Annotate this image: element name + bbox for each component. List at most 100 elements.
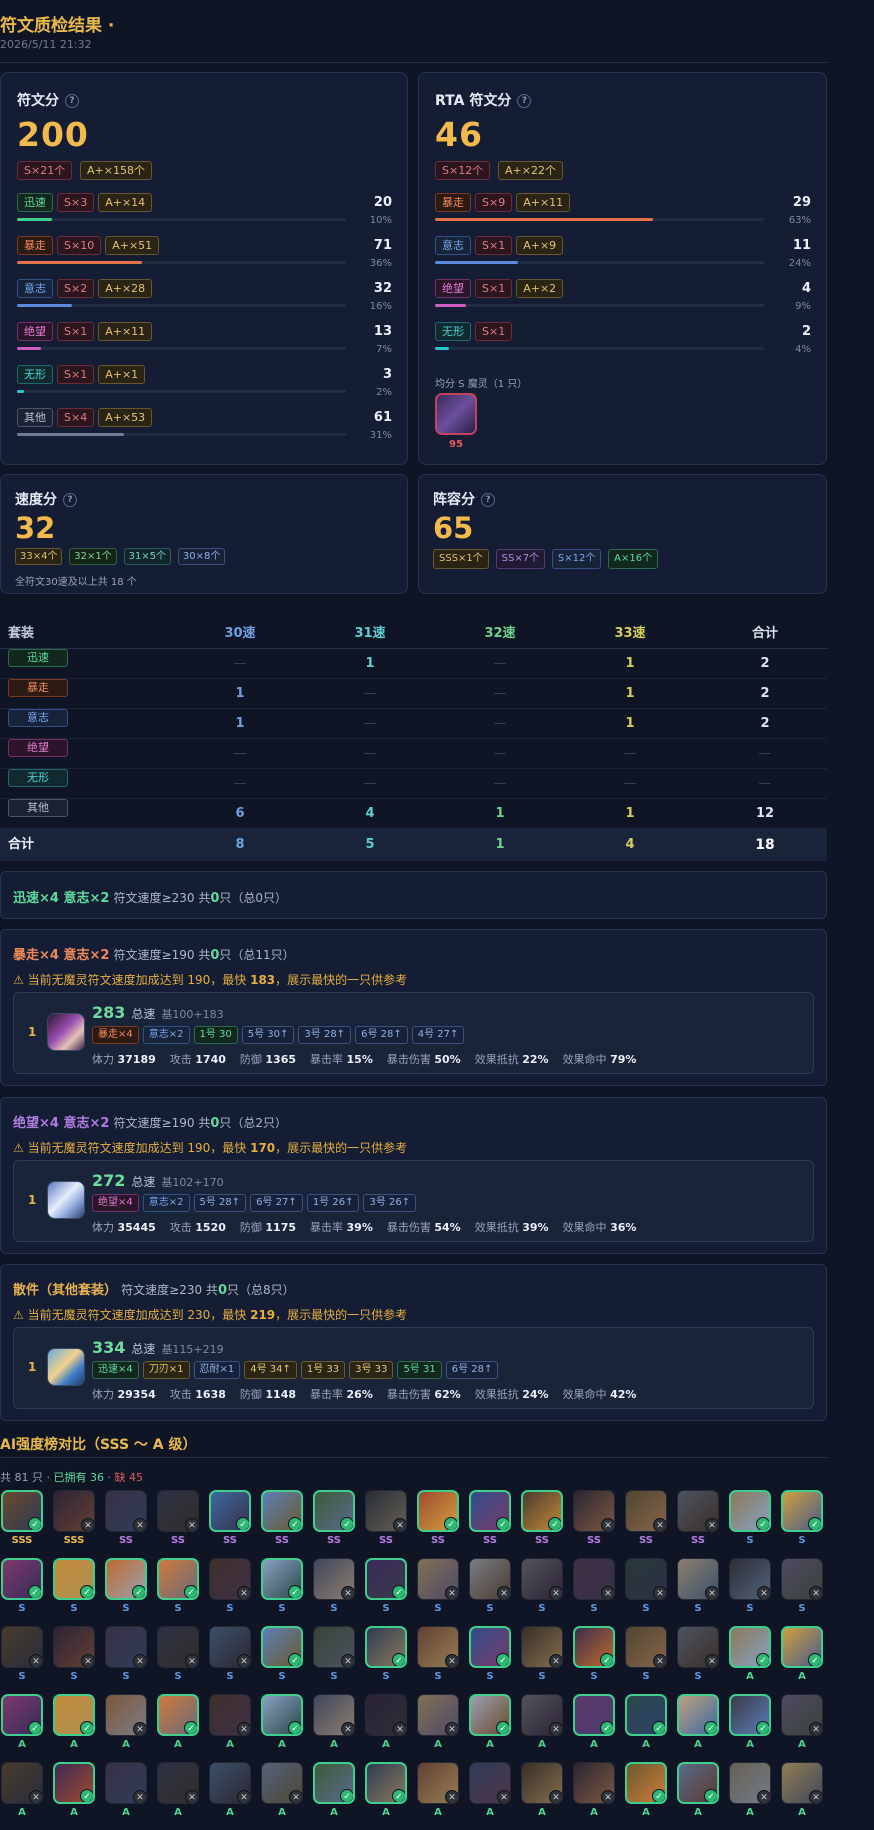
monster-icon[interactable]: ✕	[677, 1626, 719, 1668]
monster-icon[interactable]: ✓	[261, 1694, 303, 1736]
monster-icon[interactable]: ✕	[105, 1490, 147, 1532]
monster-icon[interactable]: ✕	[53, 1490, 95, 1532]
monster-icon[interactable]: ✕	[521, 1762, 563, 1804]
monster-icon[interactable]: ✕	[573, 1558, 615, 1600]
table-total-row: 合计 8 5 1 4 18	[0, 829, 827, 861]
monster-icon[interactable]: ✓	[209, 1490, 251, 1532]
monster-icon[interactable]: ✕	[209, 1694, 251, 1736]
monster-card[interactable]: 1 334 总速 基115+219 迅速×4 刀刃×1 忍耐×1 4号 34↑ 1号 33 3…	[13, 1327, 814, 1409]
stat-label: 体力	[92, 1388, 114, 1401]
monster-icon[interactable]: ✕	[521, 1694, 563, 1736]
help-icon[interactable]: ?	[517, 94, 532, 108]
monster-icon[interactable]: ✕	[105, 1694, 147, 1736]
monster-icon[interactable]: ✓	[261, 1490, 303, 1532]
monster-icon[interactable]: ✕	[313, 1694, 355, 1736]
monster-icon[interactable]: ✕	[417, 1558, 459, 1600]
monster-icon[interactable]: ✕	[365, 1490, 407, 1532]
monster-icon[interactable]: ✓	[157, 1694, 199, 1736]
monster-icon[interactable]: ✓	[677, 1694, 719, 1736]
monster-portrait[interactable]	[47, 1013, 85, 1051]
monster-icon[interactable]: ✓	[521, 1490, 563, 1532]
monster-icon[interactable]: ✕	[781, 1762, 823, 1804]
monster-icon[interactable]: ✓	[469, 1490, 511, 1532]
monster-icon[interactable]: ✓	[1, 1558, 43, 1600]
monster-icon[interactable]: ✕	[157, 1490, 199, 1532]
monster-icon[interactable]: ✓	[729, 1626, 771, 1668]
monster-icon[interactable]: ✓	[53, 1694, 95, 1736]
monster-icon[interactable]: ✕	[469, 1558, 511, 1600]
monster-icon[interactable]: ✕	[781, 1558, 823, 1600]
monster-icon[interactable]: ✕	[625, 1626, 667, 1668]
progress-fill	[17, 433, 125, 436]
monster-icon[interactable]: ✓	[157, 1558, 199, 1600]
monster-icon[interactable]: ✓	[729, 1490, 771, 1532]
help-icon[interactable]: ?	[65, 94, 79, 108]
monster-icon[interactable]: ✓	[469, 1694, 511, 1736]
monster-icon[interactable]: ✕	[1, 1626, 43, 1668]
monster-icon[interactable]: ✕	[573, 1762, 615, 1804]
monster-icon[interactable]: ✓	[365, 1626, 407, 1668]
a-count-chip: A+×2	[516, 279, 564, 298]
monster-icon[interactable]: ✓	[261, 1558, 303, 1600]
help-icon[interactable]: ?	[63, 493, 77, 507]
monster-icon[interactable]: ✓	[781, 1490, 823, 1532]
monster-card[interactable]: 1 283 总速 基100+183 暴走×4 意志×2 1号 30 5号 30↑ 3号 28…	[13, 992, 814, 1074]
monster-icon[interactable]: ✓	[261, 1626, 303, 1668]
monster-icon[interactable]: ✕	[729, 1558, 771, 1600]
a-count-chip: A+×14	[98, 193, 153, 212]
monster-icon[interactable]: ✓	[625, 1762, 667, 1804]
monster-icon[interactable]: ✓	[365, 1558, 407, 1600]
monster-icon[interactable]: ✓	[469, 1626, 511, 1668]
monster-icon[interactable]: ✕	[1, 1762, 43, 1804]
monster-icon[interactable]: ✓	[313, 1490, 355, 1532]
monster-icon[interactable]: ✕	[521, 1626, 563, 1668]
rank-number: 1	[28, 1193, 37, 1207]
monster-icon[interactable]: ✓	[105, 1558, 147, 1600]
monster-icon[interactable]: ✕	[469, 1762, 511, 1804]
monster-icon[interactable]: ✕	[573, 1490, 615, 1532]
monster-portrait[interactable]	[435, 393, 477, 435]
monster-icon[interactable]: ✕	[105, 1626, 147, 1668]
set-percent: 7%	[376, 344, 392, 355]
monster-card[interactable]: 1 272 总速 基102+170 绝望×4 意志×2 5号 28↑ 6号 27↑ 1号 2…	[13, 1160, 814, 1242]
help-icon[interactable]: ?	[481, 493, 495, 507]
monster-icon[interactable]: ✓	[781, 1626, 823, 1668]
monster-portrait[interactable]	[47, 1348, 85, 1386]
monster-icon[interactable]: ✕	[157, 1762, 199, 1804]
monster-icon[interactable]: ✕	[313, 1626, 355, 1668]
monster-icon[interactable]: ✓	[1, 1490, 43, 1532]
monster-icon[interactable]: ✓	[53, 1762, 95, 1804]
monster-icon[interactable]: ✓	[573, 1626, 615, 1668]
monster-icon[interactable]: ✕	[417, 1694, 459, 1736]
monster-icon[interactable]: ✓	[625, 1694, 667, 1736]
monster-icon[interactable]: ✕	[625, 1558, 667, 1600]
monster-icon[interactable]: ✕	[261, 1762, 303, 1804]
monster-icon[interactable]: ✕	[365, 1694, 407, 1736]
monster-icon[interactable]: ✕	[417, 1626, 459, 1668]
monster-icon[interactable]: ✕	[729, 1762, 771, 1804]
monster-icon[interactable]: ✕	[209, 1558, 251, 1600]
monster-icon[interactable]: ✓	[573, 1694, 615, 1736]
monster-icon[interactable]: ✓	[729, 1694, 771, 1736]
table-cell: —	[758, 746, 772, 761]
monster-icon[interactable]: ✕	[53, 1626, 95, 1668]
check-icon: ✓	[496, 1721, 509, 1734]
monster-icon[interactable]: ✕	[677, 1558, 719, 1600]
monster-icon[interactable]: ✕	[677, 1490, 719, 1532]
monster-icon[interactable]: ✓	[53, 1558, 95, 1600]
monster-icon[interactable]: ✓	[677, 1762, 719, 1804]
monster-icon[interactable]: ✕	[781, 1694, 823, 1736]
monster-icon[interactable]: ✕	[105, 1762, 147, 1804]
monster-icon[interactable]: ✓	[365, 1762, 407, 1804]
monster-icon[interactable]: ✕	[521, 1558, 563, 1600]
monster-icon[interactable]: ✓	[313, 1762, 355, 1804]
monster-portrait[interactable]	[47, 1181, 85, 1219]
monster-icon[interactable]: ✓	[1, 1694, 43, 1736]
monster-icon[interactable]: ✕	[209, 1626, 251, 1668]
monster-icon[interactable]: ✕	[209, 1762, 251, 1804]
monster-icon[interactable]: ✕	[313, 1558, 355, 1600]
monster-icon[interactable]: ✓	[417, 1490, 459, 1532]
monster-icon[interactable]: ✕	[625, 1490, 667, 1532]
monster-icon[interactable]: ✕	[417, 1762, 459, 1804]
monster-icon[interactable]: ✕	[157, 1626, 199, 1668]
